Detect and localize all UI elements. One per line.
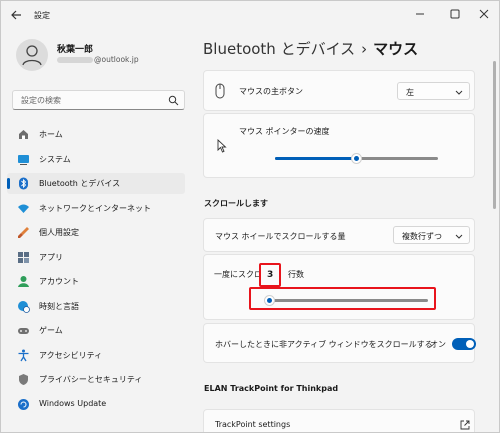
breadcrumb-parent[interactable]: Bluetooth とデバイス: [203, 40, 355, 58]
search-input[interactable]: 設定の検索: [12, 90, 185, 110]
primary-button-label: マウスの主ボタン: [239, 87, 303, 96]
sidebar-item-windows-update[interactable]: Windows Update: [7, 394, 185, 415]
search-icon: [168, 95, 179, 106]
sidebar-item-apps[interactable]: アプリ: [7, 247, 185, 268]
back-arrow-icon[interactable]: [9, 8, 23, 22]
inactive-scroll-toggle[interactable]: [452, 338, 476, 350]
dropdown-value: 左: [406, 88, 414, 97]
settings-window: 設定 秋葉一郎 @outlook.jp 設定の検索 ホーム システム Bluet…: [0, 0, 500, 433]
sidebar-item-gaming[interactable]: ゲーム: [7, 320, 185, 341]
sidebar-item-label: Bluetooth とデバイス: [39, 179, 121, 188]
wifi-icon: [18, 204, 29, 213]
pointer-speed-label: マウス ポインターの速度: [239, 127, 330, 136]
trackpoint-section-title: ELAN TrackPoint for Thinkpad: [204, 384, 339, 393]
pointer-speed-thumb[interactable]: [351, 153, 362, 164]
title-bar: 設定: [1, 1, 499, 29]
sidebar-item-label: プライバシーとセキュリティ: [39, 375, 143, 384]
pointer-speed-fill: [275, 157, 357, 160]
wheel-scroll-label: マウス ホイールでスクロールする量: [215, 232, 346, 241]
sidebar-item-privacy[interactable]: プライバシーとセキュリティ: [7, 369, 185, 390]
sidebar-item-label: 時刻と言語: [39, 302, 79, 311]
maximize-icon[interactable]: [442, 5, 468, 23]
sidebar-item-time-language[interactable]: 時刻と言語: [7, 296, 185, 317]
brush-icon: [18, 227, 29, 238]
shield-icon: [19, 374, 28, 385]
bluetooth-icon: [19, 177, 28, 190]
wheel-scroll-dropdown[interactable]: 複数行ずつ: [393, 226, 470, 244]
lines-value-highlight: 3: [259, 263, 281, 287]
chevron-down-icon: [455, 90, 463, 95]
sidebar-item-label: アカウント: [39, 277, 79, 286]
scroll-section-title: スクロールします: [204, 199, 268, 208]
sidebar-item-system[interactable]: システム: [7, 149, 185, 170]
inactive-scroll-label: ホバーしたときに非アクティブ ウィンドウをスクロールする: [215, 340, 433, 349]
trackpoint-settings-card[interactable]: TrackPoint settings: [203, 409, 475, 432]
accessibility-icon: [18, 349, 29, 362]
sidebar-item-accounts[interactable]: アカウント: [7, 271, 185, 292]
close-icon[interactable]: [471, 5, 497, 23]
sidebar-item-label: ゲーム: [39, 326, 63, 335]
pointer-speed-card: マウス ポインターの速度: [203, 113, 475, 178]
breadcrumb: Bluetooth とデバイス › マウス: [203, 38, 418, 59]
lines-scroll-label-prefix: 一度にスクロ: [214, 270, 262, 279]
account-icon: [18, 276, 29, 287]
sidebar-item-accessibility[interactable]: アクセシビリティ: [7, 345, 185, 366]
user-icon: [22, 45, 42, 66]
sidebar-item-bluetooth[interactable]: Bluetooth とデバイス: [7, 173, 185, 194]
profile-name: 秋葉一郎: [57, 45, 94, 55]
sidebar-item-label: Windows Update: [39, 399, 107, 408]
wheel-scroll-card: マウス ホイールでスクロールする量 複数行ずつ: [203, 218, 475, 252]
sidebar-item-home[interactable]: ホーム: [7, 124, 185, 145]
profile-email: @outlook.jp: [57, 55, 139, 64]
breadcrumb-separator: ›: [361, 40, 368, 58]
mouse-icon: [215, 83, 225, 99]
update-icon: [18, 399, 29, 410]
chevron-down-icon: [455, 234, 463, 239]
sidebar-item-personalization[interactable]: 個人用設定: [7, 222, 185, 243]
selection-indicator: [7, 178, 10, 189]
dropdown-value: 複数行ずつ: [402, 232, 442, 241]
email-redaction: [57, 57, 93, 63]
apps-icon: [18, 252, 29, 263]
external-link-icon: [460, 420, 470, 430]
pointer-icon: [217, 139, 227, 153]
primary-button-dropdown[interactable]: 左: [397, 82, 470, 100]
globe-clock-icon: [18, 301, 30, 313]
home-icon: [19, 130, 28, 139]
toggle-knob: [466, 340, 474, 348]
primary-button-card: マウスの主ボタン 左: [203, 70, 475, 111]
window-title: 設定: [34, 11, 50, 20]
scrollbar[interactable]: [493, 61, 496, 209]
sidebar-item-network[interactable]: ネットワークとインターネット: [7, 198, 185, 219]
avatar[interactable]: [16, 39, 48, 71]
sidebar-item-label: 個人用設定: [39, 228, 79, 237]
toggle-state-label: オン: [430, 340, 446, 349]
page-title: マウス: [373, 40, 419, 58]
lines-scroll-value: 3: [267, 270, 274, 280]
trackpoint-settings-label: TrackPoint settings: [215, 420, 291, 429]
sidebar-item-label: ホーム: [39, 130, 63, 139]
sidebar-item-label: システム: [39, 155, 71, 164]
system-icon: [18, 155, 29, 165]
lines-scroll-label-suffix: 行数: [288, 270, 304, 279]
sidebar-item-label: アプリ: [39, 253, 63, 262]
gamepad-icon: [18, 328, 29, 334]
sidebar-item-label: アクセシビリティ: [39, 351, 103, 360]
lines-slider-highlight: [249, 287, 436, 310]
inactive-scroll-card: ホバーしたときに非アクティブ ウィンドウをスクロールする オン: [203, 323, 476, 363]
search-placeholder: 設定の検索: [21, 96, 61, 105]
minimize-icon[interactable]: [407, 5, 433, 23]
sidebar-item-label: ネットワークとインターネット: [39, 204, 151, 213]
